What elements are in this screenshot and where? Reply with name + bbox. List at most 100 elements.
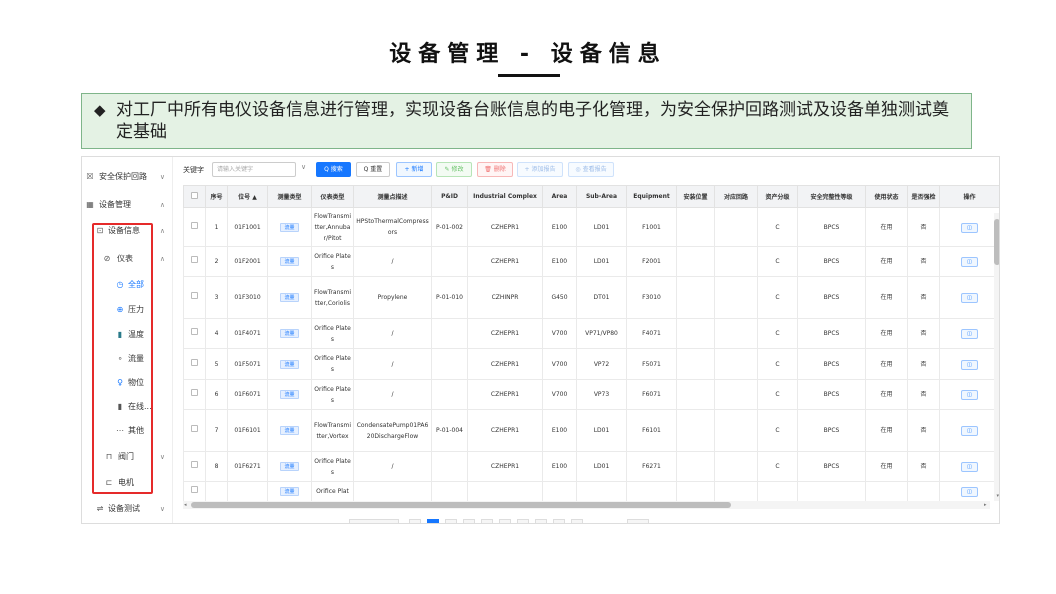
checkbox[interactable] [191, 389, 198, 396]
table-row[interactable]: 4 01F4071 流量 Orifice Plates / CZHEPR1 V700 VP71… [183, 318, 999, 349]
delete-button[interactable]: 🗑 删除 [477, 162, 513, 177]
row-checkbox-cell[interactable] [183, 207, 206, 247]
row-checkbox-cell[interactable] [183, 318, 206, 349]
column-header[interactable]: 仪表类型 [311, 185, 354, 208]
table-row[interactable]: 6 01F6071 流量 Orifice Plates / CZHEPR1 V700 VP73… [183, 379, 999, 410]
table-cell [431, 318, 468, 349]
row-checkbox-cell[interactable] [183, 481, 206, 501]
column-header[interactable]: 安装位置 [676, 185, 715, 208]
detail-icon[interactable]: ◫ [961, 222, 978, 233]
horizontal-scrollbar[interactable] [183, 501, 990, 509]
chevron-down-icon[interactable]: ∨ [301, 163, 306, 171]
column-header[interactable]: P&ID [431, 185, 468, 208]
select-all-checkbox[interactable] [183, 185, 206, 208]
detail-icon[interactable]: ◫ [961, 257, 978, 267]
chevron-up-icon[interactable]: ∧ [160, 223, 165, 239]
checkbox[interactable] [191, 221, 198, 229]
column-header[interactable]: 是否强检 [907, 185, 940, 208]
table-row[interactable]: 3 01F3010 流量 FlowTransmitter,Coriolis Propyl… [183, 276, 999, 319]
table-cell: C [757, 276, 798, 319]
detail-icon[interactable]: ◫ [961, 359, 978, 370]
table-cell [865, 481, 908, 501]
checkbox[interactable] [191, 425, 198, 432]
scroll-down-icon[interactable]: ▾ [996, 493, 999, 499]
column-header[interactable]: 安全完整性等级 [797, 185, 866, 208]
row-checkbox-cell[interactable] [183, 276, 206, 319]
table-row[interactable]: 流量 Orifice Plat ◫ [183, 481, 999, 501]
column-header[interactable]: Equipment [626, 185, 677, 208]
scroll-thumb[interactable] [994, 219, 999, 265]
chevron-up-icon[interactable]: ∧ [160, 251, 165, 267]
chevron-down-icon[interactable]: ∨ [160, 501, 165, 517]
column-header[interactable]: Sub-Area [576, 185, 627, 208]
scroll-right-icon[interactable]: ▸ [984, 502, 987, 508]
chevron-down-icon[interactable]: ∨ [160, 449, 165, 465]
table-cell: Propylene [353, 276, 432, 319]
column-header[interactable]: 使用状态 [865, 185, 908, 208]
scroll-left-icon[interactable]: ◂ [184, 502, 187, 508]
sidebar-item[interactable]: ⇌ 设备测试 ∨ [82, 501, 173, 517]
sidebar-item[interactable]: ☒ 安全保护回路 ∨ [82, 169, 173, 185]
add-report-button[interactable]: + 添加报告 [517, 162, 563, 177]
checkbox[interactable] [191, 256, 198, 263]
checkbox[interactable] [191, 292, 198, 299]
column-header[interactable]: Area [542, 185, 577, 208]
table-cell: 01F4071 [227, 318, 268, 349]
detail-icon[interactable]: ◫ [961, 329, 978, 339]
column-header[interactable]: 操作 [939, 185, 999, 208]
column-header[interactable]: 位号 ▲ [227, 185, 268, 208]
title-underline [498, 74, 560, 77]
search-input[interactable]: 请输入关键字 [212, 162, 296, 177]
table-cell [676, 318, 715, 349]
view-report-button[interactable]: ◎ 查看报告 [568, 162, 614, 177]
measure-type-cell: 流量 [267, 409, 312, 452]
table-cell: C [757, 451, 798, 482]
checkbox[interactable] [191, 461, 198, 468]
table-row[interactable]: 1 01F1001 流量 FlowTransmitter,Annubar/Pitot H… [183, 207, 999, 247]
column-header[interactable]: 资产分级 [757, 185, 798, 208]
row-checkbox-cell[interactable] [183, 246, 206, 277]
table-header: 序号 位号 ▲ 测量类型 仪表类型 测量点描述 P&ID Industrial Comple… [183, 185, 999, 208]
add-button[interactable]: + 新增 [396, 162, 432, 177]
pagination[interactable] [349, 519, 649, 523]
reset-button[interactable]: Q 重置 [356, 162, 390, 177]
row-checkbox-cell[interactable] [183, 348, 206, 380]
table-row[interactable]: 7 01F6101 流量 FlowTransmitter,Vortex Condensa… [183, 409, 999, 452]
sidebar-item[interactable]: ▦ 设备管理 ∧ [82, 197, 173, 213]
edit-button[interactable]: ✎ 修改 [436, 162, 472, 177]
vertical-scrollbar[interactable] [994, 213, 999, 501]
detail-icon[interactable]: ◫ [961, 293, 978, 303]
table-cell: 01F2001 [227, 246, 268, 277]
table-row[interactable]: 2 01F2001 流量 Orifice Plates / CZHEPR1 E100 LD01… [183, 246, 999, 277]
column-header[interactable]: 序号 [205, 185, 228, 208]
detail-icon[interactable]: ◫ [961, 462, 978, 472]
chevron-down-icon[interactable]: ∨ [160, 169, 165, 185]
table-cell: DT01 [576, 276, 627, 319]
table-row[interactable]: 8 01F6271 流量 Orifice Plates / CZHEPR1 E100 LD01… [183, 451, 999, 482]
table-cell [431, 379, 468, 410]
column-header[interactable]: 测量点描述 [353, 185, 432, 208]
table-cell [714, 276, 758, 319]
scroll-thumb[interactable] [191, 502, 731, 508]
search-button[interactable]: Q 搜索 [316, 162, 351, 177]
column-header[interactable]: 对应回路 [714, 185, 758, 208]
table-cell [626, 481, 677, 501]
row-checkbox-cell[interactable] [183, 451, 206, 482]
checkbox[interactable] [191, 486, 198, 493]
table-cell: BPCS [797, 348, 866, 380]
column-header[interactable]: Industrial Complex [467, 185, 543, 208]
detail-icon[interactable]: ◫ [961, 487, 978, 497]
table-cell: CZHEPR1 [467, 451, 543, 482]
row-checkbox-cell[interactable] [183, 409, 206, 452]
checkbox[interactable] [191, 328, 198, 335]
checkbox[interactable] [191, 192, 198, 199]
row-checkbox-cell[interactable] [183, 379, 206, 410]
table-cell: C [757, 379, 798, 410]
column-header[interactable]: 测量类型 [267, 185, 312, 208]
detail-icon[interactable]: ◫ [961, 426, 978, 436]
table-row[interactable]: 5 01F5071 流量 Orifice Plates / CZHEPR1 V700 VP72… [183, 348, 999, 380]
checkbox[interactable] [191, 358, 198, 366]
table-cell: / [353, 246, 432, 277]
detail-icon[interactable]: ◫ [961, 390, 978, 400]
chevron-up-icon[interactable]: ∧ [160, 197, 165, 213]
